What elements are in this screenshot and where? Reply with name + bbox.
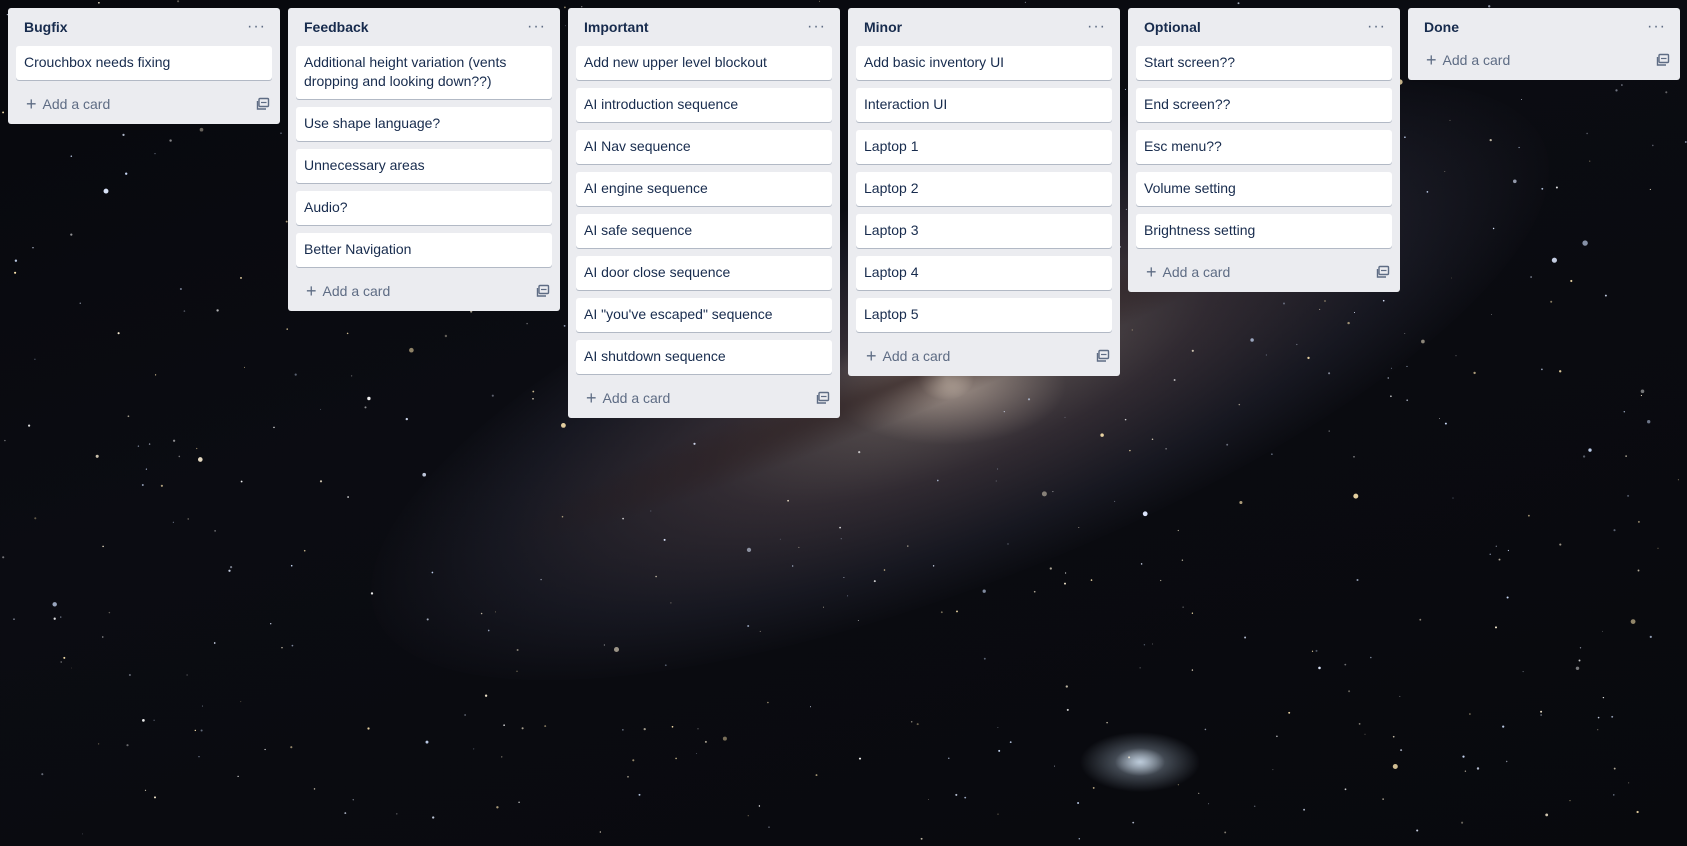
card-list: Additional height variation (vents dropp… [288,46,560,267]
list-done: Done ··· + Add a card [1408,8,1680,80]
list-important: Important ··· Add new upper level blockout… [568,8,840,418]
card[interactable]: AI safe sequence [576,214,832,248]
card-template-icon[interactable] [256,97,270,111]
add-card-button[interactable]: + Add a card [1146,262,1231,282]
list-footer: + Add a card [568,378,840,418]
plus-icon: + [306,281,317,301]
add-card-label: Add a card [882,348,951,364]
card-template-icon[interactable] [816,391,830,405]
list-footer: + Add a card [288,271,560,311]
add-card-label: Add a card [1162,264,1231,280]
list-header: Minor ··· [848,8,1120,46]
card[interactable]: Additional height variation (vents dropp… [296,46,552,99]
card[interactable]: AI introduction sequence [576,88,832,122]
card[interactable]: Laptop 5 [856,298,1112,332]
card[interactable]: Laptop 2 [856,172,1112,206]
card[interactable]: Esc menu?? [1136,130,1392,164]
list-title[interactable]: Done [1424,19,1459,35]
card[interactable]: AI shutdown sequence [576,340,832,374]
list-optional: Optional ··· Start screen?? End screen?? Esc… [1128,8,1400,292]
list-header: Optional ··· [1128,8,1400,46]
add-card-label: Add a card [42,96,111,112]
card-list: Start screen?? End screen?? Esc menu?? Volu… [1128,46,1400,248]
plus-icon: + [866,346,877,366]
card[interactable]: Add basic inventory UI [856,46,1112,80]
list-title[interactable]: Bugfix [24,19,68,35]
plus-icon: + [26,94,37,114]
plus-icon: + [1426,50,1437,70]
list-feedback: Feedback ··· Additional height variation (… [288,8,560,311]
card[interactable]: Audio? [296,191,552,225]
board-canvas: Bugfix ··· Crouchbox needs fixing + Add a ca… [8,8,1687,418]
add-card-label: Add a card [322,283,391,299]
card[interactable]: Crouchbox needs fixing [16,46,272,80]
card[interactable]: AI door close sequence [576,256,832,290]
list-title[interactable]: Feedback [304,19,369,35]
card[interactable]: AI engine sequence [576,172,832,206]
card-template-icon[interactable] [1656,53,1670,67]
add-card-button[interactable]: + Add a card [1426,50,1511,70]
more-horizontal-icon[interactable]: ··· [523,19,550,35]
add-card-label: Add a card [602,390,671,406]
card-template-icon[interactable] [1096,349,1110,363]
card-list: Add basic inventory UI Interaction UI Lapt… [848,46,1120,332]
card[interactable]: Use shape language? [296,107,552,141]
card-template-icon[interactable] [536,284,550,298]
card[interactable]: Better Navigation [296,233,552,267]
list-header: Feedback ··· [288,8,560,46]
more-horizontal-icon[interactable]: ··· [1363,19,1390,35]
card[interactable]: Unnecessary areas [296,149,552,183]
card[interactable]: Laptop 1 [856,130,1112,164]
card[interactable]: Volume setting [1136,172,1392,206]
add-card-button[interactable]: + Add a card [306,281,391,301]
card-list: Crouchbox needs fixing [8,46,280,80]
list-footer: + Add a card [1128,252,1400,292]
card[interactable]: End screen?? [1136,88,1392,122]
card[interactable]: AI "you've escaped" sequence [576,298,832,332]
card[interactable]: Add new upper level blockout [576,46,832,80]
add-card-label: Add a card [1442,52,1511,68]
plus-icon: + [1146,262,1157,282]
more-horizontal-icon[interactable]: ··· [243,19,270,35]
more-horizontal-icon[interactable]: ··· [1643,19,1670,35]
card-template-icon[interactable] [1376,265,1390,279]
list-footer: + Add a card [8,84,280,124]
list-footer: + Add a card [1408,40,1680,80]
more-horizontal-icon[interactable]: ··· [1083,19,1110,35]
card[interactable]: Laptop 4 [856,256,1112,290]
list-title[interactable]: Important [584,19,649,35]
list-bugfix: Bugfix ··· Crouchbox needs fixing + Add a ca… [8,8,280,124]
add-card-button[interactable]: + Add a card [866,346,951,366]
list-minor: Minor ··· Add basic inventory UI Interactio… [848,8,1120,376]
list-header: Important ··· [568,8,840,46]
plus-icon: + [586,388,597,408]
card[interactable]: Interaction UI [856,88,1112,122]
card[interactable]: AI Nav sequence [576,130,832,164]
card[interactable]: Start screen?? [1136,46,1392,80]
more-horizontal-icon[interactable]: ··· [803,19,830,35]
card-list: Add new upper level blockout AI introduct… [568,46,840,374]
card[interactable]: Laptop 3 [856,214,1112,248]
add-card-button[interactable]: + Add a card [26,94,111,114]
card[interactable]: Brightness setting [1136,214,1392,248]
list-header: Bugfix ··· [8,8,280,46]
list-title[interactable]: Optional [1144,19,1201,35]
add-card-button[interactable]: + Add a card [586,388,671,408]
list-footer: + Add a card [848,336,1120,376]
list-title[interactable]: Minor [864,19,902,35]
